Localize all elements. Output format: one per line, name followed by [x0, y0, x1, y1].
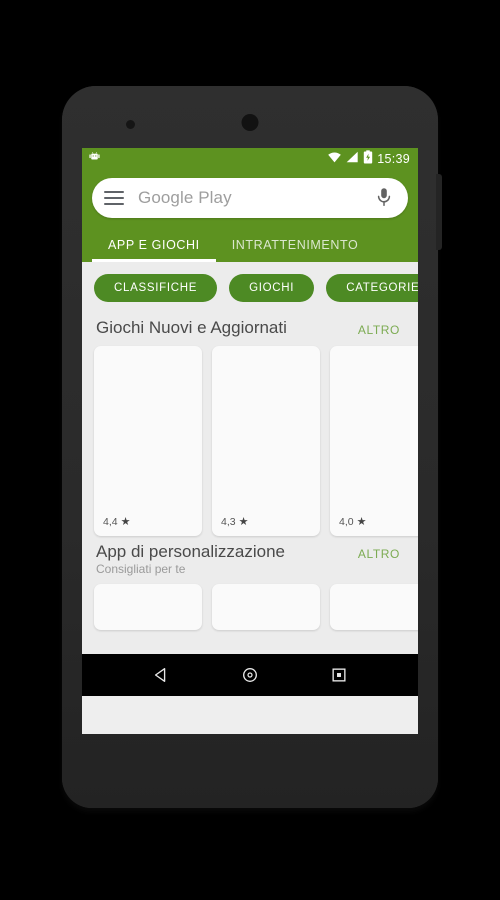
section-header-personalizzazione: App di personalizzazione Consigliati per…: [82, 536, 418, 582]
status-bar-system-icons: 15:39: [327, 149, 410, 169]
rating-value: 4,4: [103, 515, 118, 528]
tab-bar: APP E GIOCHI INTRATTENIMENTO: [82, 228, 418, 262]
app-card[interactable]: [94, 584, 202, 630]
content-scroll-area[interactable]: CLASSIFICHE GIOCHI CATEGORIE Giochi Nuov…: [82, 262, 418, 696]
rating-value: 4,3: [221, 515, 236, 528]
system-navigation-bar: [82, 654, 418, 696]
chip-classifiche[interactable]: CLASSIFICHE: [94, 274, 218, 302]
star-icon: ★: [238, 516, 249, 528]
android-robot-icon: [88, 150, 101, 168]
app-card[interactable]: 4,4 ★: [94, 346, 202, 536]
card-rating: 4,4 ★: [103, 515, 131, 529]
recents-icon[interactable]: [324, 660, 354, 690]
chip-categorie[interactable]: CATEGORIE: [326, 274, 418, 302]
chip-label: CLASSIFICHE: [114, 282, 198, 294]
section-more-link[interactable]: ALTRO: [358, 542, 404, 561]
section-title-group: App di personalizzazione Consigliati per…: [96, 542, 358, 576]
phone-device-frame: 15:39 Google Play APP E GIOCHI INTRATTEN…: [62, 86, 442, 808]
wifi-icon: [327, 150, 342, 168]
chip-label: GIOCHI: [249, 282, 295, 294]
front-camera: [126, 120, 135, 129]
star-icon: ★: [356, 516, 367, 528]
card-row-personalizzazione[interactable]: [82, 582, 418, 630]
hamburger-menu-icon[interactable]: [104, 191, 124, 205]
search-bar[interactable]: Google Play: [92, 178, 408, 218]
phone-screen: 15:39 Google Play APP E GIOCHI INTRATTEN…: [82, 148, 418, 734]
card-rating: 4,0 ★: [339, 515, 367, 529]
earpiece-speaker: [241, 114, 259, 131]
app-card[interactable]: 4,0 ★: [330, 346, 418, 536]
tab-label: INTRATTENIMENTO: [231, 238, 359, 252]
rating-value: 4,0: [339, 515, 354, 528]
back-icon[interactable]: [146, 660, 176, 690]
signal-icon: [346, 150, 359, 168]
status-bar-notifications: [88, 150, 101, 168]
power-button[interactable]: [436, 174, 442, 250]
home-icon[interactable]: [235, 660, 265, 690]
app-card[interactable]: 4,3 ★: [212, 346, 320, 536]
microphone-icon[interactable]: [376, 187, 394, 209]
section-title-group: Giochi Nuovi e Aggiornati: [96, 318, 358, 338]
tab-label: APP E GIOCHI: [108, 238, 200, 252]
tab-intrattenimento[interactable]: INTRATTENIMENTO: [216, 228, 375, 262]
section-title: App di personalizzazione: [96, 542, 286, 561]
app-card[interactable]: [330, 584, 418, 630]
tab-app-e-giochi[interactable]: APP E GIOCHI: [92, 228, 216, 262]
status-bar: 15:39: [82, 148, 418, 170]
filter-chip-row[interactable]: CLASSIFICHE GIOCHI CATEGORIE: [82, 262, 418, 312]
section-header-giochi-nuovi: Giochi Nuovi e Aggiornati ALTRO: [82, 312, 418, 344]
chip-giochi[interactable]: GIOCHI: [229, 274, 315, 302]
star-icon: ★: [120, 516, 131, 528]
app-bar: Google Play: [82, 170, 418, 228]
section-title: Giochi Nuovi e Aggiornati: [96, 318, 287, 337]
screenshot-root: 15:39 Google Play APP E GIOCHI INTRATTEN…: [0, 0, 500, 900]
section-more-link[interactable]: ALTRO: [358, 318, 404, 337]
battery-charging-icon: [363, 149, 373, 169]
chip-label: CATEGORIE: [346, 282, 418, 294]
section-subtitle: Consigliati per te: [96, 562, 186, 576]
status-bar-clock: 15:39: [377, 152, 410, 166]
card-rating: 4,3 ★: [221, 515, 249, 529]
card-row-giochi-nuovi[interactable]: 4,4 ★ 4,3 ★ 4,0 ★: [82, 344, 418, 536]
search-input[interactable]: Google Play: [138, 188, 376, 208]
app-card[interactable]: [212, 584, 320, 630]
